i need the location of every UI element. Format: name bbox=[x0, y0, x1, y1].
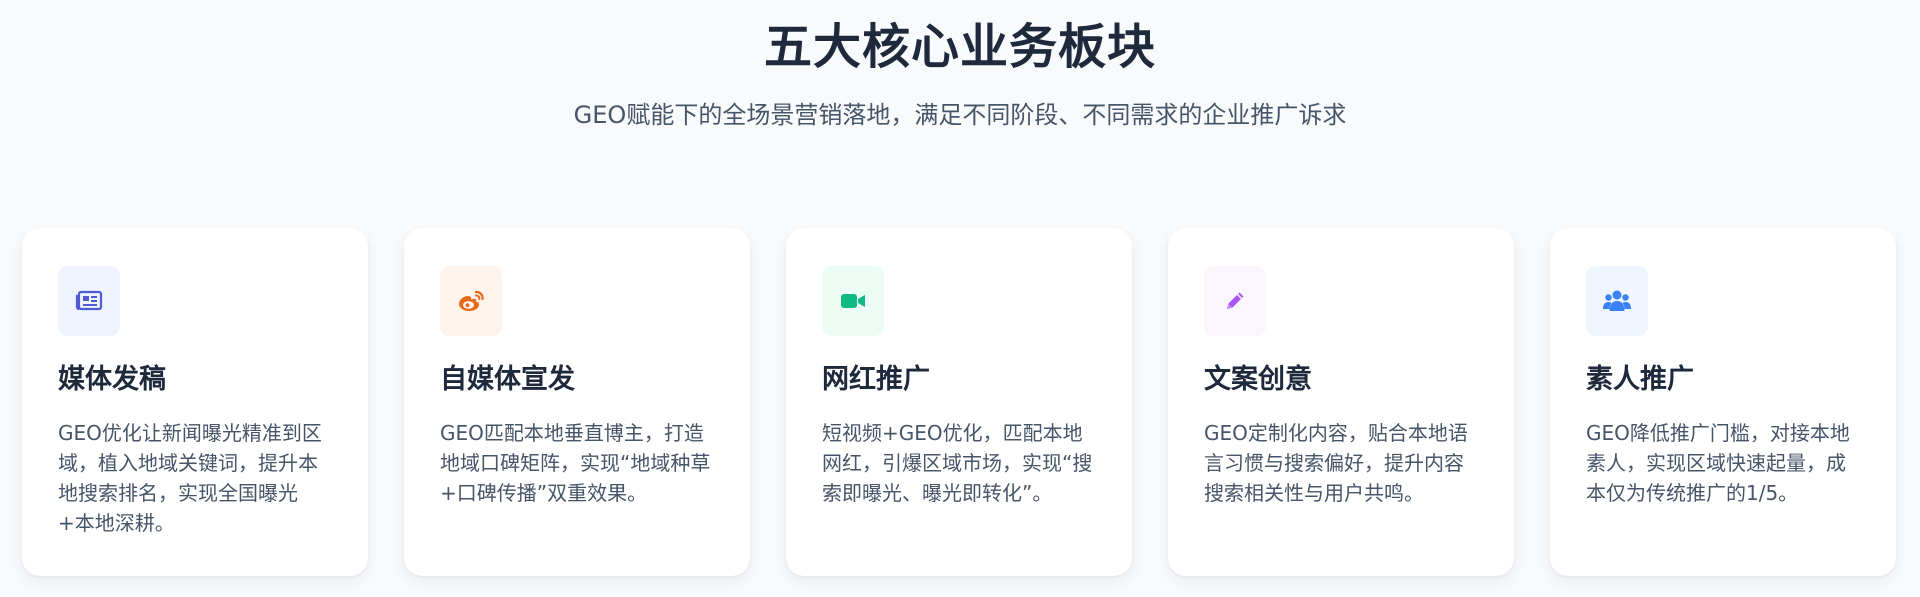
newspaper-icon bbox=[75, 290, 103, 311]
business-section: 五大核心业务板块 GEO赋能下的全场景营销落地，满足不同阶段、不同需求的企业推广… bbox=[0, 0, 1920, 597]
card-title: 自媒体宣发 bbox=[440, 364, 575, 395]
video-camera-icon bbox=[841, 294, 865, 308]
card-title: 媒体发稿 bbox=[58, 364, 166, 395]
card-title: 网红推广 bbox=[822, 364, 930, 395]
card-icon-box bbox=[440, 266, 502, 336]
section-subtitle: GEO赋能下的全场景营销落地，满足不同阶段、不同需求的企业推广诉求 bbox=[573, 101, 1347, 129]
pencil-icon bbox=[1227, 292, 1244, 309]
card-icon-box bbox=[1204, 266, 1266, 336]
users-icon bbox=[1603, 290, 1631, 311]
card-copywriting: 文案创意 GEO定制化内容，贴合本地语言习惯与搜索偏好，提升内容搜索相关性与用户… bbox=[1168, 228, 1514, 576]
card-description: GEO匹配本地垂直博主，打造地域口碑矩阵，实现“地域种草+口碑传播”双重效果。 bbox=[440, 421, 711, 505]
card-description: GEO定制化内容，贴合本地语言习惯与搜索偏好，提升内容搜索相关性与用户共鸣。 bbox=[1204, 421, 1468, 505]
card-icon-box bbox=[1586, 266, 1648, 336]
weibo-icon bbox=[459, 290, 484, 311]
card-icon-box bbox=[58, 266, 120, 336]
card-description: 短视频+GEO优化，匹配本地网红，引爆区域市场，实现“搜索即曝光、曝光即转化”。 bbox=[822, 421, 1093, 505]
cards-row: 媒体发稿 GEO优化让新闻曝光精准到区域，植入地域关键词，提升本地搜索排名，实现… bbox=[22, 228, 1896, 576]
card-influencer: 网红推广 短视频+GEO优化，匹配本地网红，引爆区域市场，实现“搜索即曝光、曝光… bbox=[786, 228, 1132, 576]
card-title: 文案创意 bbox=[1204, 364, 1312, 395]
card-title: 素人推广 bbox=[1586, 364, 1694, 395]
card-description: GEO降低推广门槛，对接本地素人，实现区域快速起量，成本仅为传统推广的1/5。 bbox=[1586, 421, 1850, 505]
section-title: 五大核心业务板块 bbox=[763, 19, 1156, 75]
card-icon-box bbox=[822, 266, 884, 336]
card-media-release: 媒体发稿 GEO优化让新闻曝光精准到区域，植入地域关键词，提升本地搜索排名，实现… bbox=[22, 228, 368, 576]
card-amateur-promotion: 素人推广 GEO降低推广门槛，对接本地素人，实现区域快速起量，成本仅为传统推广的… bbox=[1550, 228, 1896, 576]
card-description: GEO优化让新闻曝光精准到区域，植入地域关键词，提升本地搜索排名，实现全国曝光+… bbox=[58, 421, 322, 535]
card-self-media: 自媒体宣发 GEO匹配本地垂直博主，打造地域口碑矩阵，实现“地域种草+口碑传播”… bbox=[404, 228, 750, 576]
